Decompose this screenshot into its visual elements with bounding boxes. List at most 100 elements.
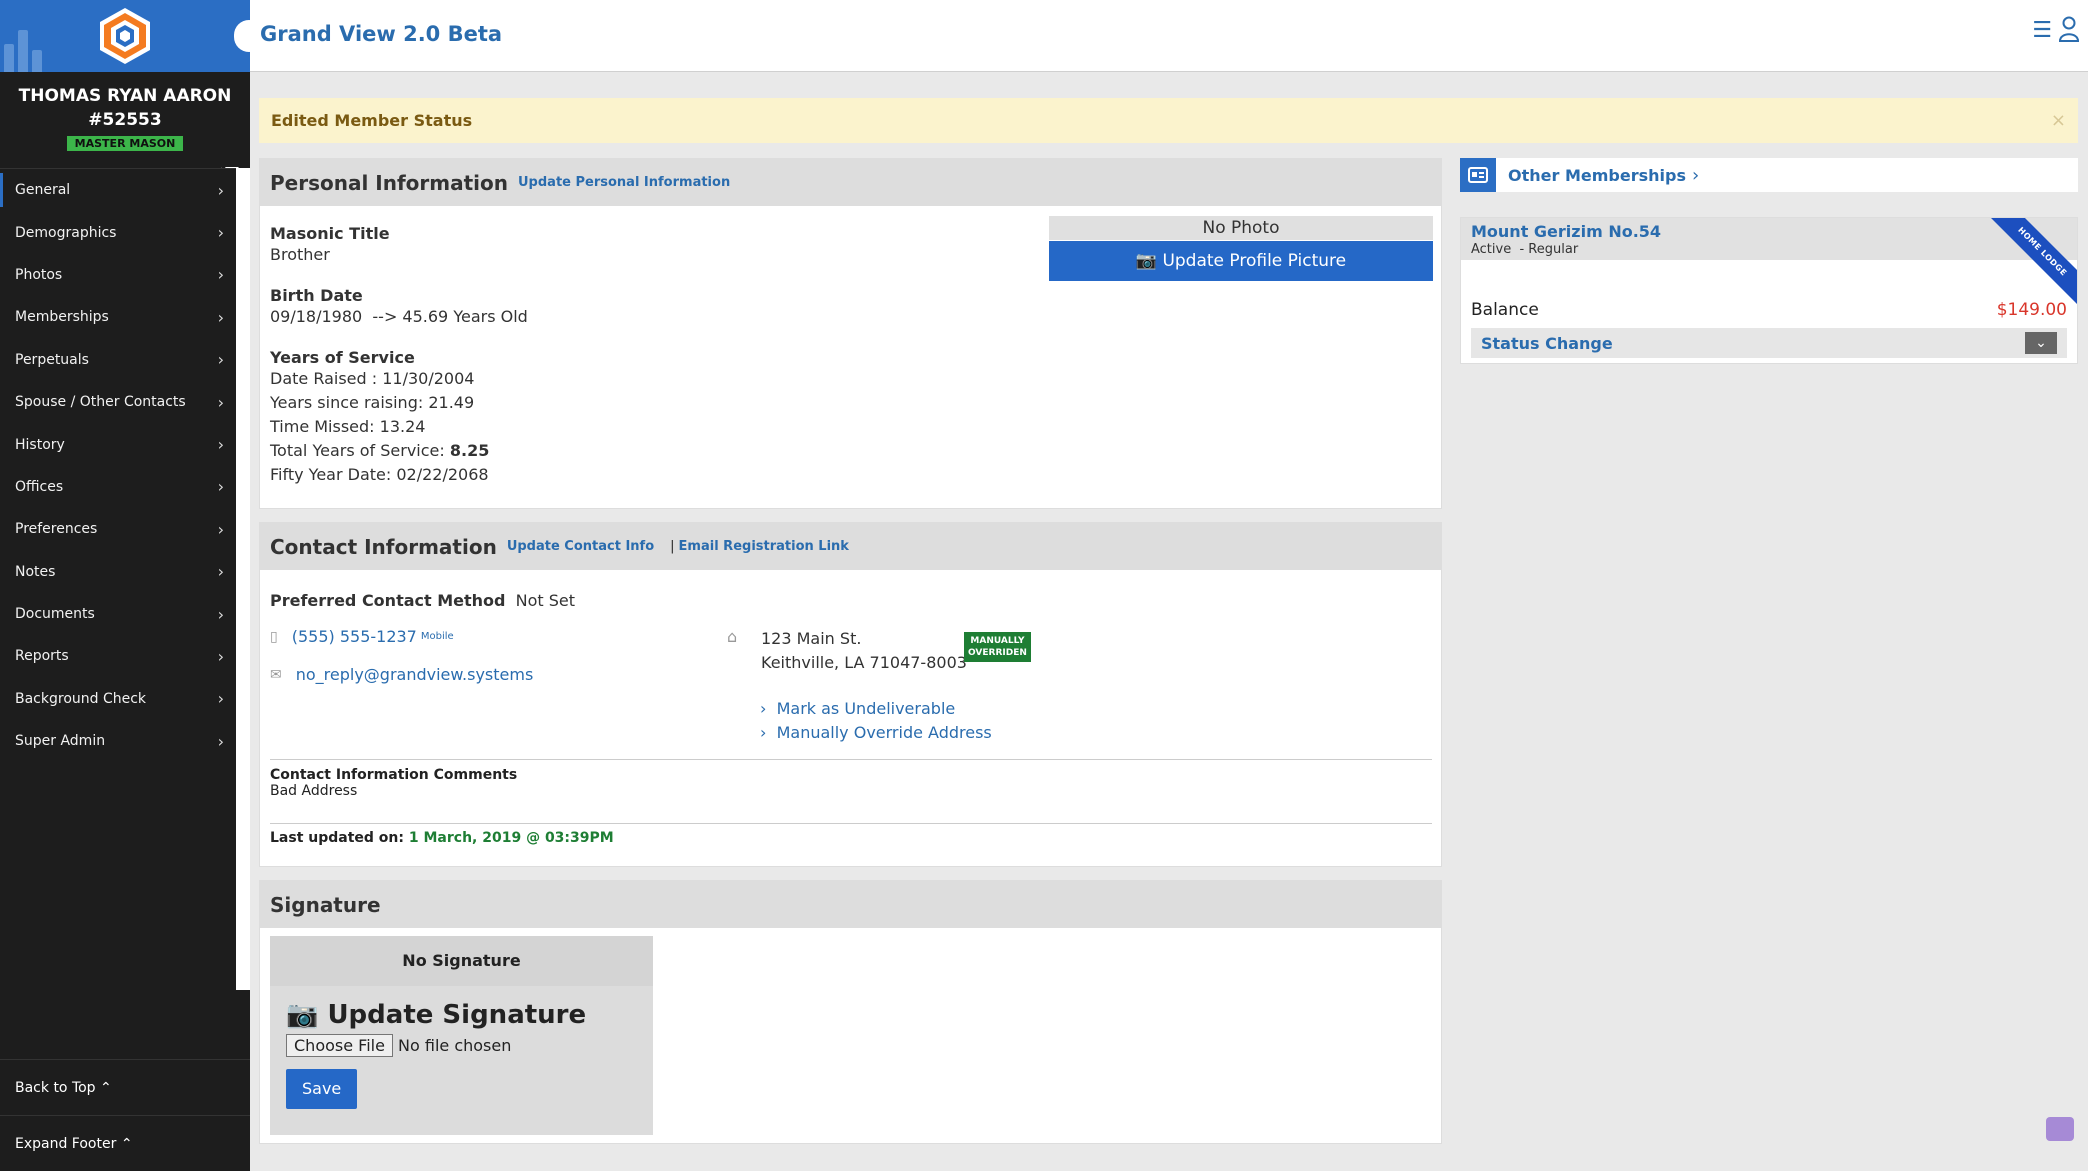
update-signature-heading: 📷 Update Signature — [286, 1000, 637, 1030]
divider — [270, 823, 1432, 824]
preferred-contact-value: Not Set — [515, 591, 576, 610]
choose-file-button[interactable]: Choose File — [286, 1034, 393, 1057]
last-updated-value: 1 March, 2019 @ 03:39PM — [408, 830, 614, 846]
camera-icon: 📷 — [1135, 251, 1158, 271]
sidebar-item-spouse-other-contacts[interactable]: Spouse / Other Contacts › — [0, 381, 236, 423]
chat-widget-icon[interactable] — [2046, 1117, 2074, 1141]
sidebar-item-label: Notes — [15, 563, 56, 580]
sidebar: THOMAS RYAN AARON #52553 MASTER MASON ⏴☰… — [0, 0, 250, 1171]
address-block: ⌂ 123 Main St. Keithville, LA 71047-8003… — [727, 627, 1031, 675]
sidebar-footer: Back to Top ⌃ Expand Footer ⌃ — [0, 1059, 250, 1171]
sidebar-item-preferences[interactable]: Preferences › — [0, 508, 236, 550]
save-button[interactable]: Save — [286, 1069, 358, 1109]
link-separator: | — [670, 539, 675, 554]
sidebar-item-demographics[interactable]: Demographics › — [0, 211, 236, 253]
sidebar-item-photos[interactable]: Photos › — [0, 254, 236, 296]
chevron-right-icon: › — [217, 477, 224, 497]
app-title[interactable]: Grand View 2.0 Beta — [260, 22, 502, 46]
personal-information-panel: Personal Information Update Personal Inf… — [259, 158, 1442, 509]
sidebar-item-offices[interactable]: Offices › — [0, 466, 236, 508]
update-signature-label: Update Signature — [327, 1000, 587, 1030]
logo-bar — [0, 0, 250, 72]
status-change-toggle[interactable]: Status Change ⌄ — [1471, 328, 2067, 358]
manual-override-label: Manually Override Address — [776, 723, 992, 742]
chevron-right-icon: › — [217, 350, 224, 370]
no-file-chosen: No file chosen — [398, 1036, 512, 1055]
total-years-value: 8.25 — [449, 441, 490, 460]
years-of-service-block: Years of Service Date Raised : 11/30/200… — [270, 348, 489, 487]
update-profile-picture-button[interactable]: 📷 Update Profile Picture — [1049, 241, 1433, 281]
phone-icon: ▯ — [270, 628, 278, 645]
mark-undeliverable-link[interactable]: › Mark as Undeliverable — [760, 697, 992, 721]
lodge-card: Mount Gerizim No.54 Active - Regular HOM… — [1460, 217, 2078, 364]
app-root: THOMAS RYAN AARON #52553 MASTER MASON ⏴☰… — [0, 0, 2088, 1171]
contact-comments-label: Contact Information Comments — [270, 767, 518, 783]
user-icon[interactable] — [2058, 16, 2080, 42]
photo-box: No Photo 📷 Update Profile Picture — [1049, 216, 1433, 283]
panel-header: Contact Information Update Contact Info … — [260, 523, 1441, 570]
sidebar-item-super-admin[interactable]: Super Admin › — [0, 720, 236, 762]
chevron-right-icon: › — [217, 223, 224, 243]
chevron-right-icon: › — [217, 307, 224, 327]
chevron-right-icon: › — [217, 689, 224, 709]
sidebar-item-notes[interactable]: Notes › — [0, 551, 236, 593]
sidebar-item-background-check[interactable]: Background Check › — [0, 678, 236, 720]
years-since-raising: Years since raising: 21.49 — [270, 393, 475, 412]
logo-icon[interactable] — [96, 6, 154, 66]
other-memberships-header[interactable]: Other Memberships › — [1460, 158, 2078, 192]
panel-header: Signature — [260, 881, 1441, 928]
address-line-2: Keithville, LA 71047-8003 — [761, 653, 967, 672]
address-actions: › Mark as Undeliverable › Manually Overr… — [760, 697, 992, 745]
override-tag-line-1: MANUALLY — [970, 636, 1025, 646]
signature-panel: Signature No Signature 📷 Update Signatur… — [259, 880, 1442, 1144]
update-personal-info-link[interactable]: Update Personal Information — [518, 175, 730, 190]
birth-date-block: Birth Date 09/18/1980 --> 45.69 Years Ol… — [270, 286, 528, 329]
phone-link[interactable]: (555) 555-1237 — [292, 627, 417, 646]
sidebar-item-general[interactable]: General › — [0, 169, 236, 211]
sidebar-item-perpetuals[interactable]: Perpetuals › — [0, 339, 236, 381]
chevron-right-icon: › — [217, 646, 224, 666]
lodge-name-link[interactable]: Mount Gerizim No.54 — [1471, 222, 2067, 242]
expand-footer-link[interactable]: Expand Footer ⌃ — [0, 1115, 250, 1171]
chevron-up-icon: ⌃ — [120, 1135, 133, 1152]
chevron-down-icon[interactable]: ⌄ — [2025, 332, 2057, 354]
last-updated-label: Last updated on: — [270, 830, 404, 846]
panel-title: Personal Information — [270, 170, 508, 195]
chevron-right-icon: › — [217, 265, 224, 285]
id-card-icon — [1460, 158, 1496, 192]
top-bar: Grand View 2.0 Beta ☰ — [234, 0, 2088, 72]
chevron-right-icon: › — [1691, 164, 1700, 186]
envelope-icon: ✉ — [270, 666, 282, 683]
menu-icon[interactable]: ☰ — [2032, 18, 2052, 43]
file-input: Choose File No file chosen — [286, 1034, 637, 1057]
masonic-title-block: Masonic Title Brother — [270, 224, 390, 267]
sidebar-item-documents[interactable]: Documents › — [0, 593, 236, 635]
chevron-right-icon: › — [217, 435, 224, 455]
sidebar-item-label: History — [15, 436, 65, 453]
sidebar-item-memberships[interactable]: Memberships › — [0, 296, 236, 338]
preferred-contact-row: Preferred Contact Method Not Set — [270, 589, 575, 613]
time-missed: Time Missed: 13.24 — [270, 417, 426, 436]
update-contact-info-link[interactable]: Update Contact Info — [507, 539, 654, 554]
fifty-year-date: Fifty Year Date: 02/22/2068 — [270, 465, 489, 484]
manual-override-link[interactable]: › Manually Override Address — [760, 721, 992, 745]
panel-header: Personal Information Update Personal Inf… — [260, 159, 1441, 206]
member-name: THOMAS RYAN AARON — [18, 86, 232, 106]
address-line-1: 123 Main St. — [761, 629, 862, 648]
years-of-service-label: Years of Service — [270, 348, 415, 367]
close-icon[interactable]: × — [2051, 110, 2066, 131]
total-years-row: Total Years of Service: 8.25 — [270, 439, 489, 463]
sidebar-item-label: Offices — [15, 478, 64, 495]
contact-comments-value: Bad Address — [270, 783, 358, 799]
sidebar-item-label: Preferences — [15, 521, 98, 538]
sidebar-item-reports[interactable]: Reports › — [0, 635, 236, 677]
sidebar-item-history[interactable]: History › — [0, 423, 236, 465]
email-registration-link[interactable]: Email Registration Link — [679, 539, 849, 554]
other-memberships-title[interactable]: Other Memberships — [1508, 166, 1686, 185]
nav-edge — [236, 168, 250, 990]
contact-comments-block: Contact Information Comments Bad Address — [270, 767, 517, 799]
rank-badge: MASTER MASON — [66, 136, 184, 151]
sidebar-nav: General › Demographics › Photos › Memberships ›… — [0, 168, 236, 990]
back-to-top-link[interactable]: Back to Top ⌃ — [0, 1059, 250, 1115]
email-link[interactable]: no_reply@grandview.systems — [296, 665, 534, 684]
